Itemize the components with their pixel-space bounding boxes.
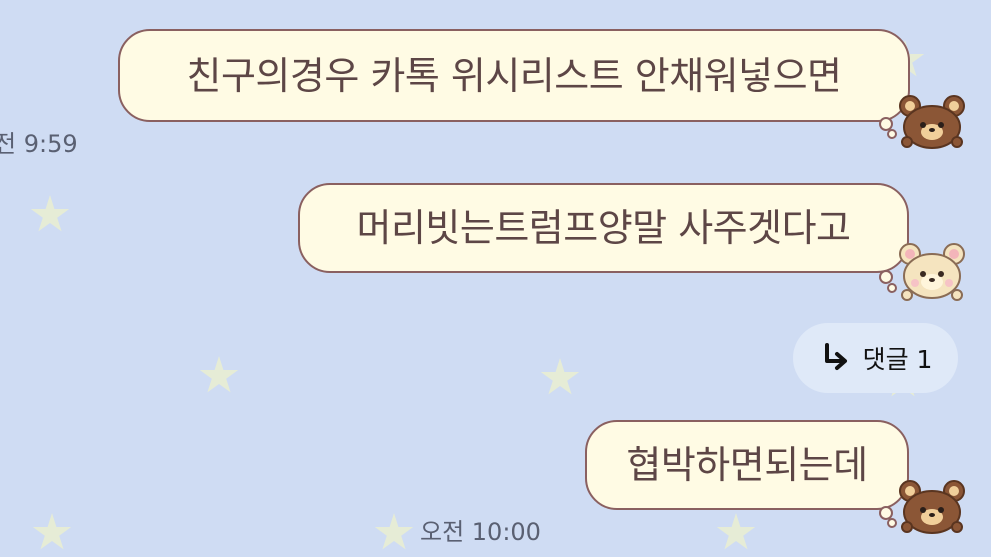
- brown-bear-icon: [899, 480, 965, 534]
- reply-arrow-icon: [819, 341, 853, 375]
- background-star-icon: [30, 195, 70, 232]
- cream-bear-icon: [899, 243, 965, 301]
- message-text: 머리빗는트럼프양말 사주겟다고: [356, 206, 851, 250]
- background-star-icon: [199, 356, 239, 393]
- brown-bear-icon: [899, 95, 965, 149]
- reply-count-label: 댓글 1: [862, 345, 933, 374]
- message-timestamp: 오전 10:00: [420, 518, 541, 546]
- message-timestamp: 전 9:59: [0, 130, 78, 158]
- reply-count-button[interactable]: 댓글 1: [793, 323, 958, 393]
- message-bubble[interactable]: 머리빗는트럼프양말 사주겟다고: [298, 183, 909, 273]
- background-star-icon: [374, 513, 414, 550]
- background-star-icon: [716, 513, 756, 550]
- message-bubble[interactable]: 협박하면되는데: [585, 420, 909, 510]
- background-star-icon: [32, 513, 72, 550]
- message-text: 협박하면되는데: [626, 443, 868, 487]
- message-bubble[interactable]: 친구의경우 카톡 위시리스트 안채워넣으면: [118, 29, 910, 122]
- message-text: 친구의경우 카톡 위시리스트 안채워넣으면: [186, 53, 842, 98]
- background-star-icon: [540, 358, 580, 395]
- bubble-tail: [879, 270, 893, 284]
